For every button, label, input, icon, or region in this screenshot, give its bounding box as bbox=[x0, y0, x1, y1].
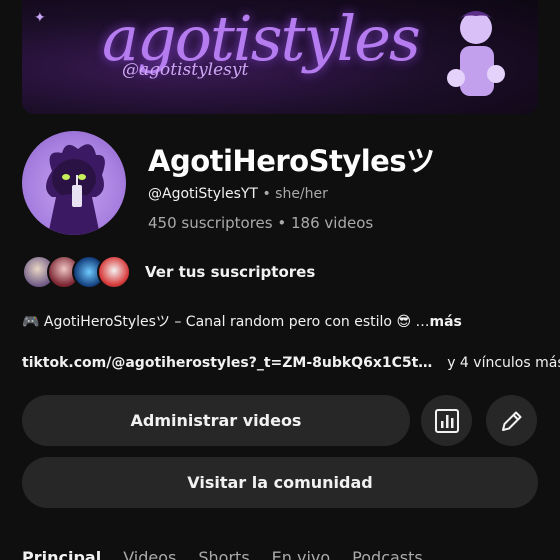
tab-shorts[interactable]: Shorts bbox=[198, 548, 249, 560]
channel-pronouns: she/her bbox=[275, 186, 328, 202]
channel-avatar[interactable] bbox=[22, 131, 126, 235]
channel-description[interactable]: 🎮 AgotiHeroStylesツ – Canal random pero c… bbox=[22, 311, 462, 331]
stats-separator: • bbox=[277, 214, 287, 232]
channel-handle: @AgotiStylesYT bbox=[148, 186, 258, 202]
stats-button[interactable] bbox=[421, 395, 472, 446]
manage-videos-button[interactable]: Administrar videos bbox=[22, 395, 410, 446]
view-subscribers-row[interactable]: Ver tus suscriptores bbox=[22, 254, 315, 290]
channel-stats: 450 suscriptores • 186 videos bbox=[148, 214, 373, 232]
avatar-character-icon bbox=[46, 144, 105, 235]
tab-live[interactable]: En vivo bbox=[272, 548, 331, 560]
channel-banner: ✦ agotistyles @agotistylesyt bbox=[22, 0, 538, 114]
channel-links[interactable]: tiktok.com/@agotiherostyles?_t=ZM-8ubkQ6… bbox=[22, 355, 560, 371]
subscriber-count: 450 suscriptores bbox=[148, 214, 273, 232]
tab-videos[interactable]: Videos bbox=[123, 548, 176, 560]
subscriber-avatar bbox=[97, 255, 131, 289]
banner-character-icon bbox=[447, 11, 505, 96]
more-links[interactable]: y 4 vínculos más bbox=[447, 355, 560, 371]
tab-principal[interactable]: Principal bbox=[22, 548, 101, 560]
view-subscribers-label: Ver tus suscriptores bbox=[145, 263, 316, 281]
sparkle-icon: ✦ bbox=[34, 10, 46, 26]
edit-channel-button[interactable] bbox=[486, 395, 537, 446]
channel-tabs: Principal Videos Shorts En vivo Podcasts bbox=[22, 548, 423, 560]
description-text: 🎮 AgotiHeroStylesツ – Canal random pero c… bbox=[22, 314, 430, 330]
channel-name: AgotiHeroStylesツ bbox=[148, 144, 435, 178]
visit-community-button[interactable]: Visitar la comunidad bbox=[22, 457, 538, 508]
bar-chart-icon bbox=[434, 408, 459, 433]
tab-podcasts[interactable]: Podcasts bbox=[352, 548, 423, 560]
pencil-icon bbox=[501, 411, 521, 431]
channel-meta: @AgotiStylesYT • she/her bbox=[148, 186, 328, 202]
banner-subtitle: @agotistylesyt bbox=[122, 60, 249, 80]
video-count: 186 videos bbox=[291, 214, 374, 232]
primary-link[interactable]: tiktok.com/@agotiherostyles?_t=ZM-8ubkQ6… bbox=[22, 355, 432, 371]
meta-separator: • bbox=[262, 186, 271, 202]
description-more-link[interactable]: más bbox=[429, 314, 461, 330]
